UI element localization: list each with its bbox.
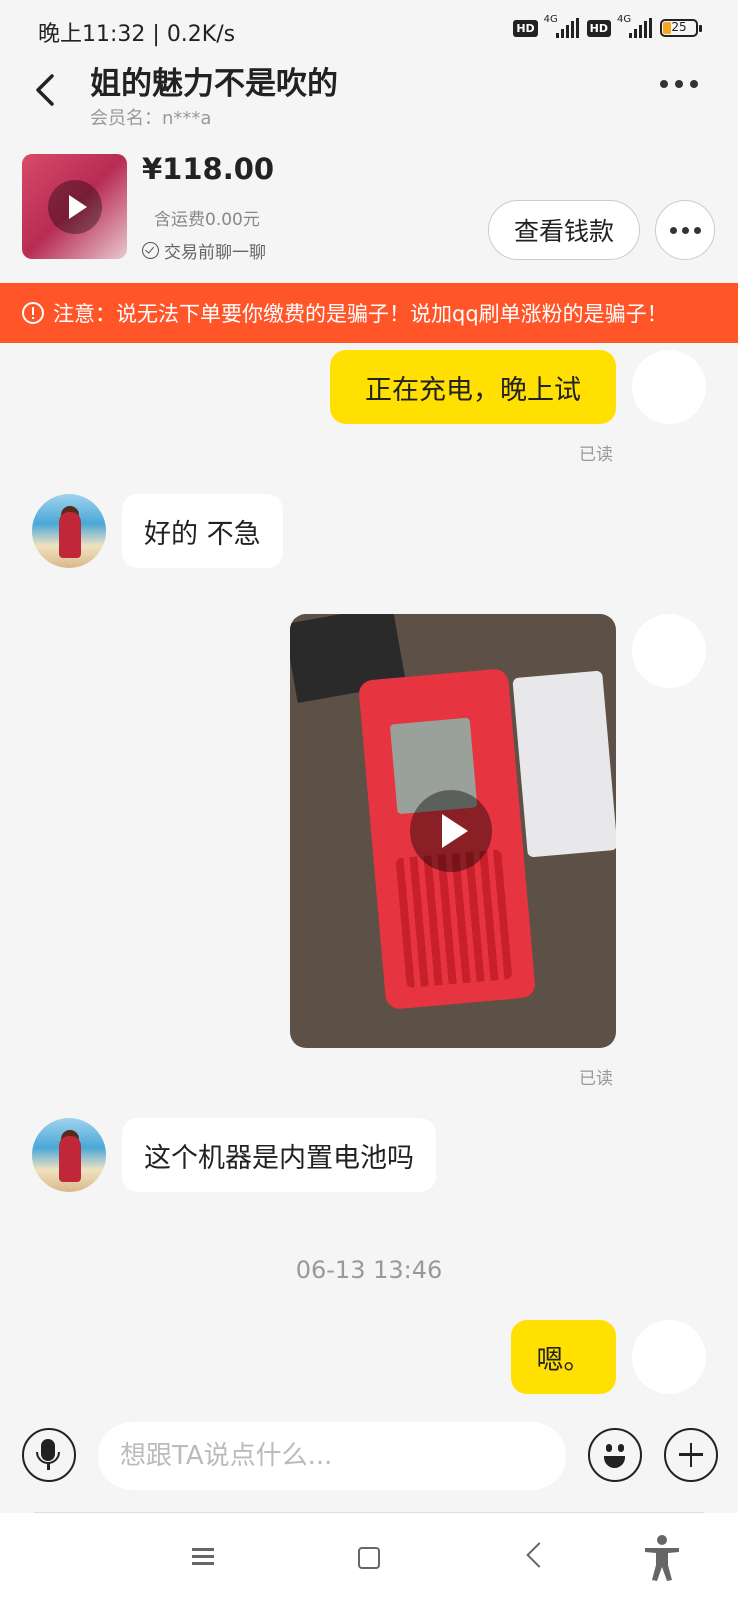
menu-icon[interactable] bbox=[192, 1545, 214, 1567]
view-payment-button[interactable]: 查看钱款 bbox=[488, 200, 640, 260]
warning-banner: 注意：说无法下单要你缴费的是骗子！说加qq刷单涨粉的是骗子！ bbox=[0, 283, 738, 343]
page-title: 姐的魅力不是吹的 bbox=[90, 66, 338, 102]
message-bubble-other[interactable]: 好的 不急 bbox=[122, 494, 283, 568]
more-icon[interactable] bbox=[660, 80, 698, 88]
hd-badge: HD bbox=[586, 19, 611, 37]
message-bubble-other[interactable]: 这个机器是内置电池吗 bbox=[122, 1118, 436, 1192]
message-bubble-me[interactable]: 正在充电，晚上试 bbox=[330, 350, 616, 424]
status-time: 晚上11:32 bbox=[38, 22, 146, 47]
message-timestamp: 06-13 13:46 bbox=[295, 1256, 443, 1284]
warning-icon bbox=[22, 302, 44, 324]
member-name: 会员名：n***a bbox=[90, 108, 212, 129]
avatar[interactable] bbox=[32, 494, 106, 568]
warning-text: 注意：说无法下单要你缴费的是骗子！说加qq刷单涨粉的是骗子！ bbox=[53, 302, 668, 326]
accessibility-icon[interactable] bbox=[642, 1534, 682, 1582]
avatar[interactable] bbox=[632, 1320, 706, 1394]
status-time-speed: 晚上11:32 | 0.2K/s bbox=[38, 22, 236, 47]
chat-first-label: 交易前聊一聊 bbox=[142, 238, 266, 263]
read-status: 已读 bbox=[579, 445, 613, 465]
home-icon[interactable] bbox=[358, 1547, 380, 1569]
play-icon bbox=[410, 790, 492, 872]
avatar[interactable] bbox=[632, 614, 706, 688]
plus-icon[interactable] bbox=[664, 1428, 718, 1482]
signal-icon: 4G bbox=[544, 14, 579, 38]
message-bubble-me[interactable]: 嗯。 bbox=[511, 1320, 616, 1394]
play-icon bbox=[48, 180, 102, 234]
avatar[interactable] bbox=[632, 350, 706, 424]
battery-icon: 25 bbox=[660, 19, 702, 37]
hd-badge: HD bbox=[513, 19, 538, 37]
network-type: 4G bbox=[543, 14, 558, 25]
status-bar: 晚上11:32 | 0.2K/s HD 4G HD 4G 25 bbox=[0, 0, 738, 62]
mic-icon[interactable] bbox=[22, 1428, 76, 1482]
video-message[interactable] bbox=[290, 614, 616, 1048]
check-circle-icon bbox=[142, 242, 159, 259]
shipping-fee: 含运费0.00元 bbox=[154, 210, 260, 230]
product-price: ¥118.00 bbox=[142, 152, 275, 186]
signal-icon: 4G bbox=[617, 14, 652, 38]
status-icons: HD 4G HD 4G 25 bbox=[513, 14, 702, 38]
read-status: 已读 bbox=[579, 1069, 613, 1089]
product-thumbnail[interactable] bbox=[22, 154, 127, 259]
network-type: 4G bbox=[617, 14, 632, 25]
status-speed: 0.2K/s bbox=[166, 22, 236, 47]
more-options-button[interactable] bbox=[655, 200, 715, 260]
battery-level: 25 bbox=[671, 20, 687, 34]
back-icon[interactable] bbox=[26, 70, 66, 110]
message-input[interactable] bbox=[98, 1422, 566, 1490]
emoji-icon[interactable] bbox=[588, 1428, 642, 1482]
avatar[interactable] bbox=[32, 1118, 106, 1192]
